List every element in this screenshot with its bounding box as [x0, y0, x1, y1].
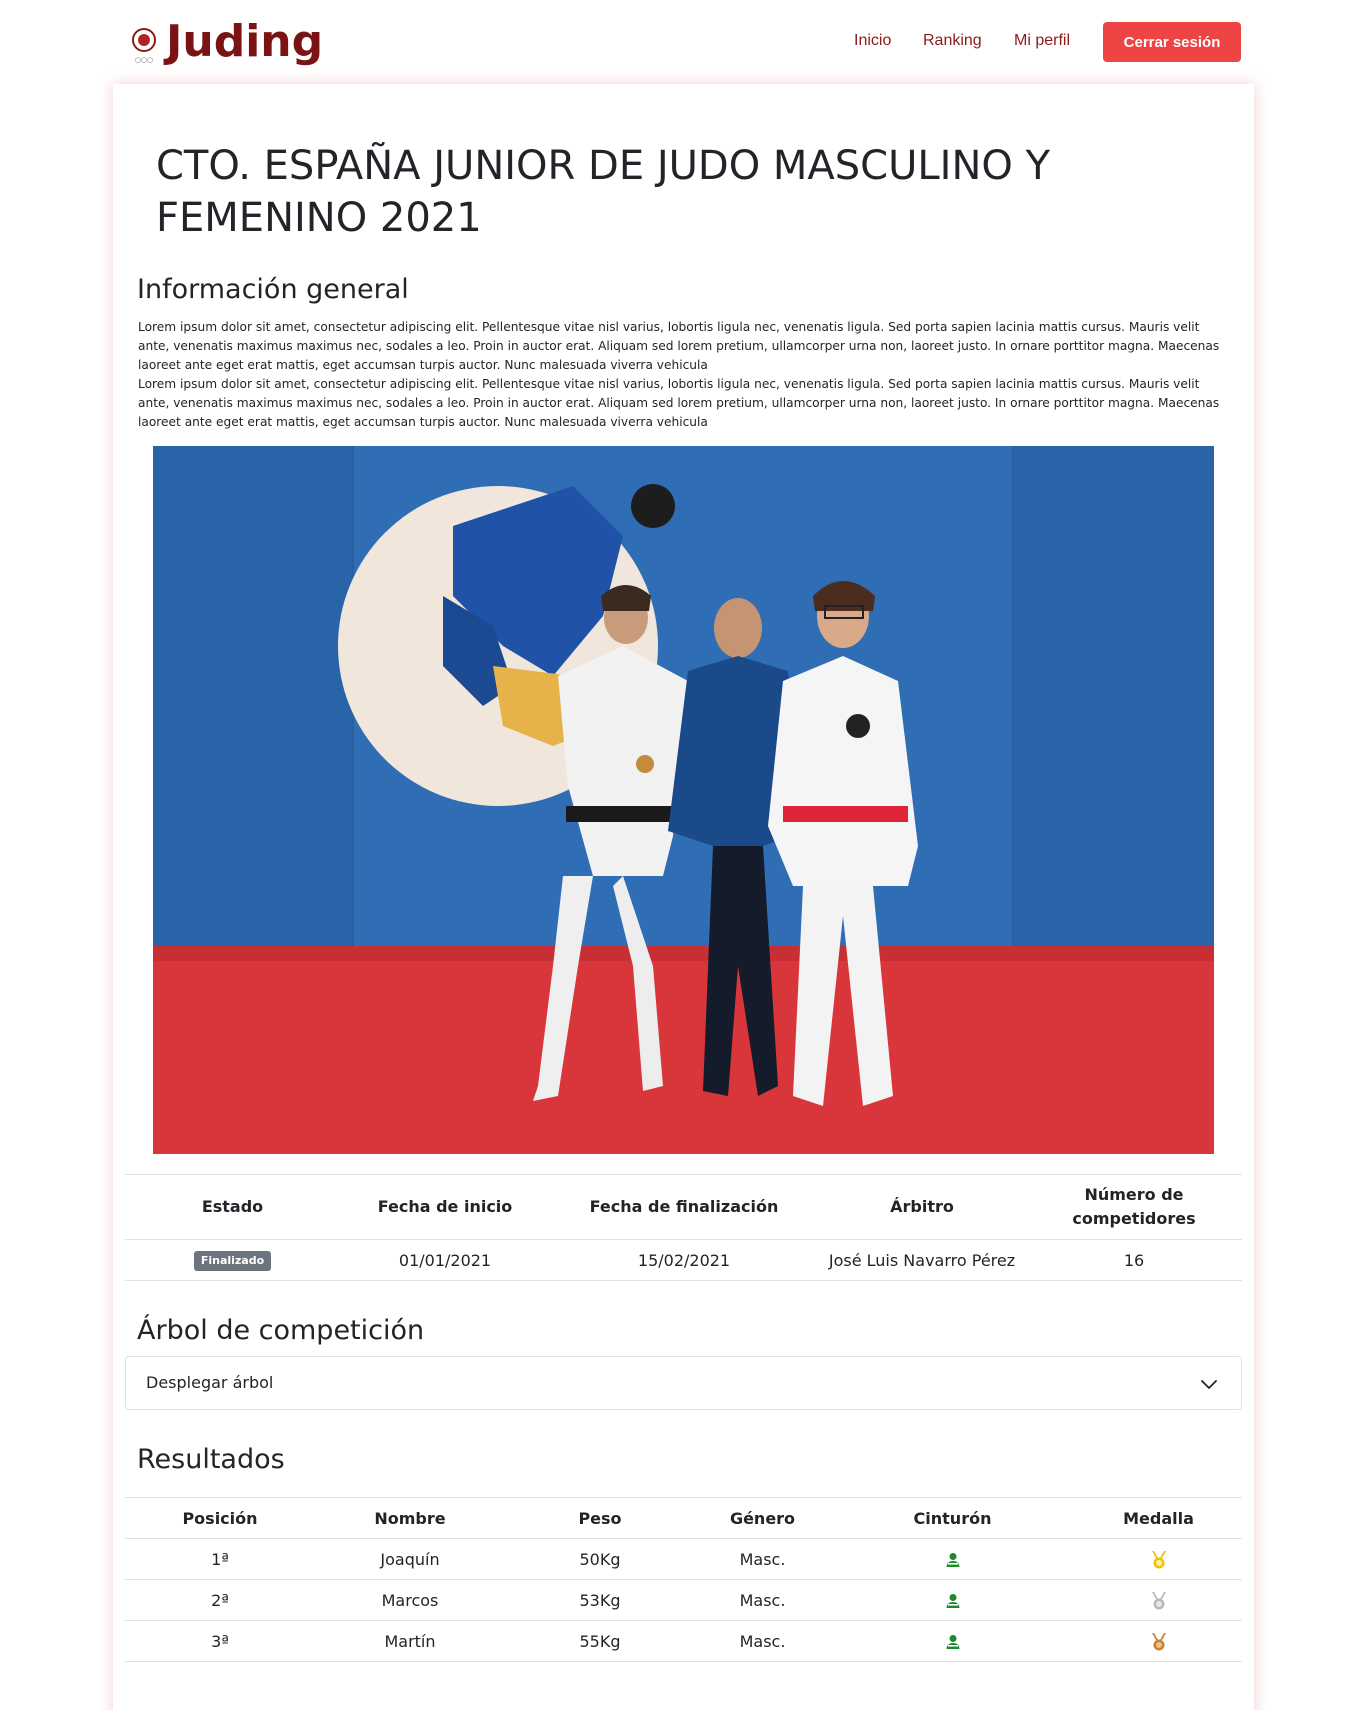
page-title: CTO. ESPAÑA JUNIOR DE JUDO MASCULINO Y F…	[156, 143, 1051, 241]
tree-accordion-toggle[interactable]: Desplegar árbol	[125, 1356, 1242, 1410]
col-header-estado: Estado	[125, 1174, 340, 1240]
end-date: 15/02/2021	[550, 1239, 818, 1281]
result-position: 1ª	[125, 1538, 315, 1580]
results-table: Posición Nombre Peso Género Cinturón Med…	[125, 1497, 1242, 1662]
col-header-cinturon: Cinturón	[830, 1497, 1075, 1539]
tree-toggle-label: Desplegar árbol	[146, 1373, 274, 1392]
general-info-heading: Información general	[137, 274, 409, 305]
green-belt-icon	[946, 1553, 959, 1567]
col-header-competidores: Número de competidores	[1026, 1174, 1242, 1240]
table-row: 1ª Joaquín 50Kg Masc.	[125, 1538, 1242, 1580]
navbar: ○○○ Juding Inicio Ranking Mi perfil Cerr…	[0, 0, 1366, 84]
result-gender: Masc.	[695, 1579, 830, 1621]
table-row: 3ª Martín 55Kg Masc.	[125, 1620, 1242, 1662]
referee-name: José Luis Navarro Pérez	[818, 1239, 1026, 1281]
result-weight: 50Kg	[505, 1538, 695, 1580]
result-name: Joaquín	[315, 1538, 505, 1580]
gold-medal-icon	[1151, 1550, 1166, 1569]
status-badge: Finalizado	[193, 1251, 272, 1271]
nav-link-ranking[interactable]: Ranking	[923, 32, 982, 50]
col-header-peso: Peso	[505, 1497, 695, 1539]
result-weight: 53Kg	[505, 1579, 695, 1621]
col-header-posicion: Posición	[125, 1497, 315, 1539]
brand-name: Juding	[166, 16, 324, 67]
green-belt-icon	[946, 1594, 959, 1608]
general-info-paragraph: Lorem ipsum dolor sit amet, consectetur …	[138, 377, 1220, 429]
tournament-details-table: Estado Fecha de inicio Fecha de finaliza…	[125, 1174, 1242, 1281]
col-header-medalla: Medalla	[1075, 1497, 1242, 1539]
results-heading: Resultados	[137, 1444, 285, 1475]
col-header-genero: Género	[695, 1497, 830, 1539]
logout-button[interactable]: Cerrar sesión	[1103, 22, 1241, 62]
general-info-paragraph: Lorem ipsum dolor sit amet, consectetur …	[138, 320, 1220, 372]
col-header-arbitro: Árbitro	[818, 1174, 1026, 1240]
table-row: 2ª Marcos 53Kg Masc.	[125, 1579, 1242, 1621]
nav-link-inicio[interactable]: Inicio	[854, 32, 891, 50]
start-date: 01/01/2021	[340, 1239, 550, 1281]
competitors-count: 16	[1026, 1239, 1242, 1281]
result-gender: Masc.	[695, 1620, 830, 1662]
result-weight: 55Kg	[505, 1620, 695, 1662]
bronze-medal-icon	[1151, 1632, 1166, 1651]
chevron-down-icon	[1201, 1380, 1217, 1389]
result-position: 3ª	[125, 1620, 315, 1662]
tournament-photo	[153, 446, 1214, 1154]
table-row: Finalizado 01/01/2021 15/02/2021 José Lu…	[125, 1239, 1242, 1281]
result-gender: Masc.	[695, 1538, 830, 1580]
result-position: 2ª	[125, 1579, 315, 1621]
col-header-nombre: Nombre	[315, 1497, 505, 1539]
result-name: Marcos	[315, 1579, 505, 1621]
col-header-fecha-fin: Fecha de finalización	[550, 1174, 818, 1240]
brand[interactable]: ○○○ Juding	[130, 14, 323, 70]
green-belt-icon	[946, 1635, 959, 1649]
federation-logo-icon: ○○○	[130, 20, 158, 64]
nav-link-mi-perfil[interactable]: Mi perfil	[1014, 32, 1070, 50]
general-info-text: Lorem ipsum dolor sit amet, consectetur …	[138, 318, 1230, 432]
result-name: Martín	[315, 1620, 505, 1662]
silver-medal-icon	[1151, 1591, 1166, 1610]
col-header-fecha-inicio: Fecha de inicio	[340, 1174, 550, 1240]
competition-tree-heading: Árbol de competición	[137, 1315, 425, 1346]
